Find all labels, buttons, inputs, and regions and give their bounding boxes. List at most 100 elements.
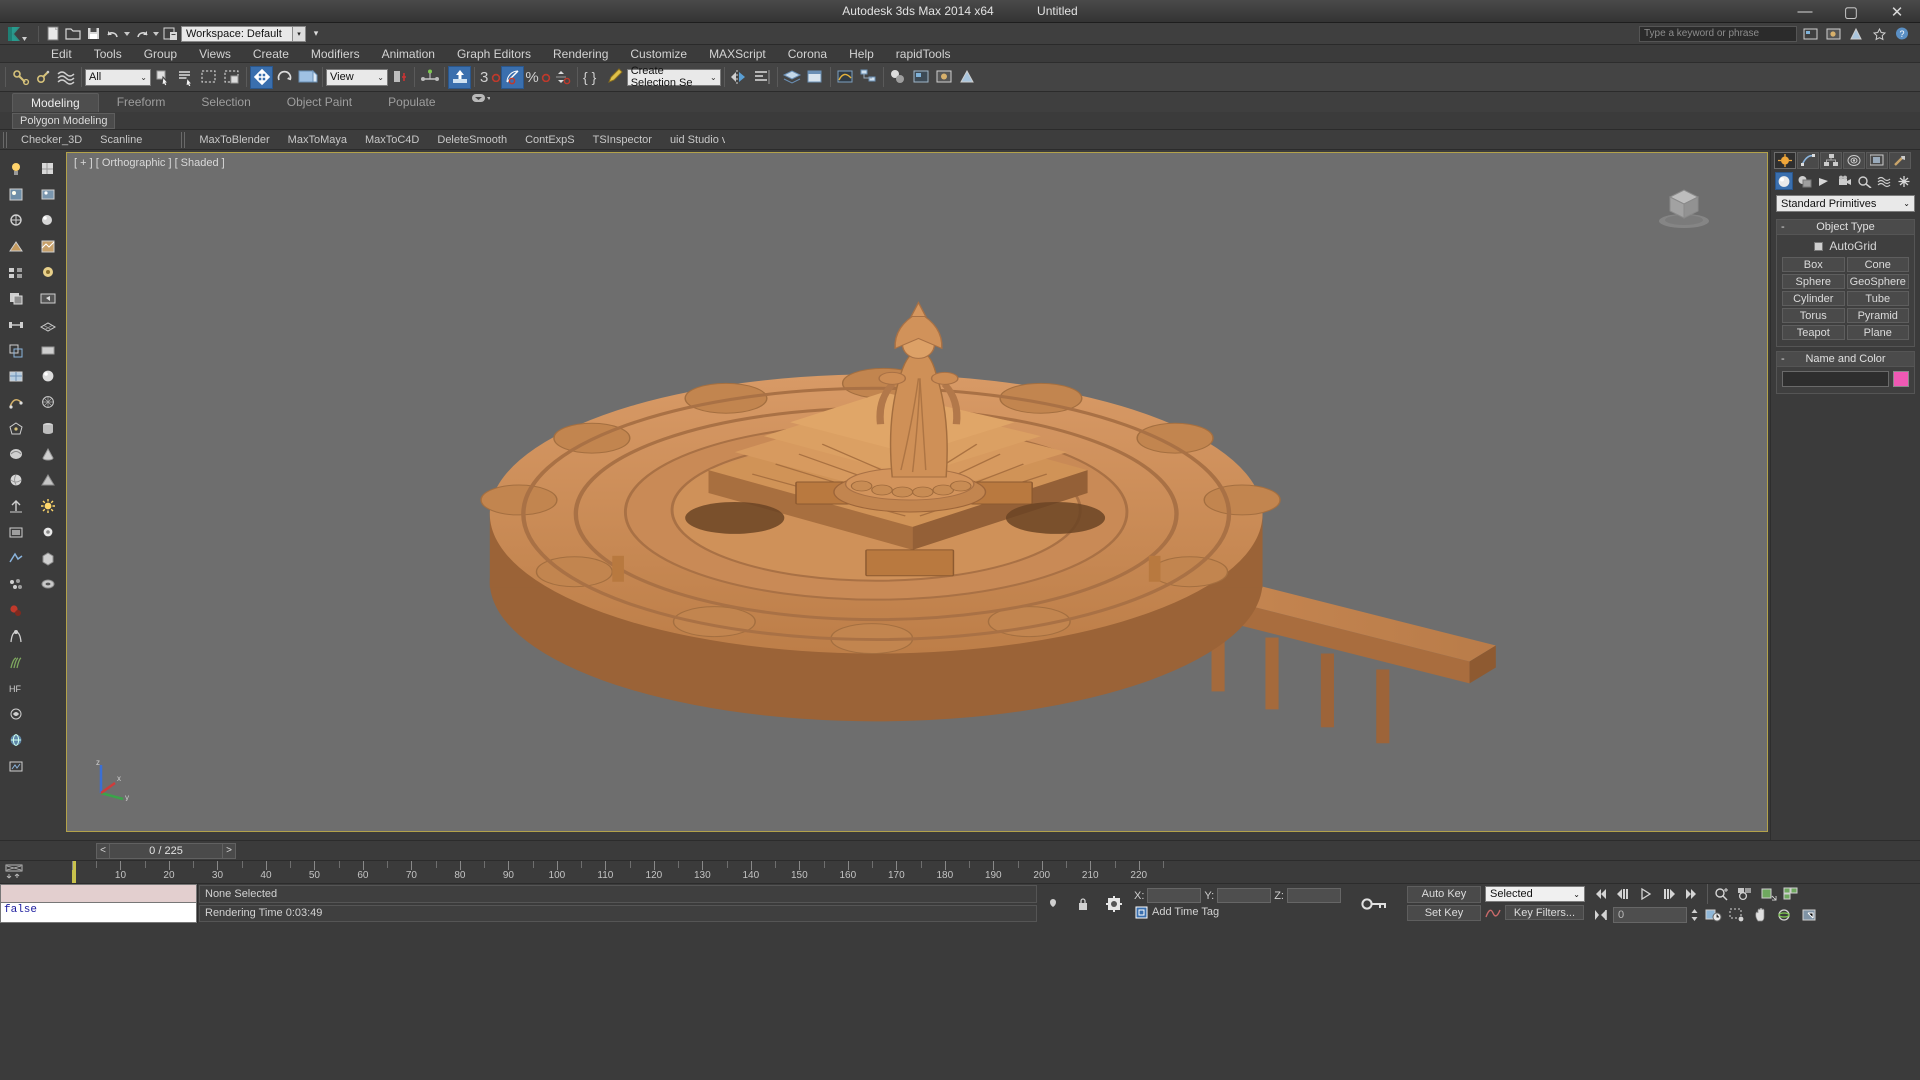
menu-item-rendering[interactable]: Rendering — [542, 45, 619, 63]
helper-icon[interactable] — [3, 234, 29, 258]
pyramid-icon[interactable] — [35, 468, 61, 492]
use-selection-center-icon[interactable] — [418, 66, 441, 89]
save-icon[interactable] — [83, 25, 103, 43]
isolate-selection-icon[interactable] — [1046, 897, 1060, 911]
maximize-button[interactable]: ▢ — [1828, 0, 1874, 23]
skin-icon[interactable]: HF — [3, 676, 29, 700]
key-filter-selection-combo[interactable]: Selected ⌄ — [1484, 886, 1585, 902]
key-mode-toggle-icon[interactable] — [1345, 884, 1405, 923]
toolbar-grip[interactable] — [181, 131, 188, 148]
camera-icon[interactable] — [3, 208, 29, 232]
edit-poly-icon[interactable] — [3, 546, 29, 570]
minimize-button[interactable]: — — [1782, 0, 1828, 23]
window-crossing-toggle-icon[interactable] — [220, 66, 243, 89]
plane-icon[interactable] — [35, 338, 61, 362]
ribbon-panel-polygon-modeling[interactable]: Polygon Modeling — [12, 112, 116, 129]
viewport-label[interactable]: [ + ] [ Orthographic ] [ Shaded ] — [74, 157, 225, 169]
ribbon-tab-object-paint[interactable]: Object Paint — [269, 93, 370, 112]
motion-tab[interactable] — [1843, 151, 1865, 169]
script-button-maxtoblender[interactable]: MaxToBlender — [190, 131, 278, 149]
selection-filter-combo[interactable]: All ⌄ — [85, 68, 151, 86]
object-type-header[interactable]: - Object Type — [1777, 220, 1914, 235]
menu-item-help[interactable]: Help — [838, 45, 885, 63]
view-cube[interactable] — [1653, 175, 1715, 231]
menu-item-rapidtools[interactable]: rapidTools — [885, 45, 962, 63]
menu-item-modifiers[interactable]: Modifiers — [300, 45, 371, 63]
geosphere-icon[interactable] — [35, 390, 61, 414]
cone-icon[interactable] — [35, 442, 61, 466]
set-key-curve-icon[interactable] — [1485, 906, 1501, 920]
helpers-subtab[interactable] — [1855, 172, 1873, 190]
torus-icon[interactable] — [35, 572, 61, 596]
shapes-subtab[interactable] — [1795, 172, 1813, 190]
toggle-scene-explorer-icon[interactable] — [804, 66, 827, 89]
ribbon-tab-selection[interactable]: Selection — [183, 93, 268, 112]
name-and-color-header[interactable]: - Name and Color — [1777, 352, 1914, 367]
bind-to-space-warp-icon[interactable] — [55, 66, 78, 89]
key-mode-toggle-small-icon[interactable] — [1589, 906, 1611, 924]
render-icon[interactable] — [35, 260, 61, 284]
menu-item-views[interactable]: Views — [188, 45, 242, 63]
ribbon-overflow-arrow-icon[interactable] — [454, 93, 508, 112]
curve-editor-icon[interactable] — [834, 66, 857, 89]
spacing-tool-icon[interactable] — [3, 312, 29, 336]
omni-light-icon[interactable] — [35, 520, 61, 544]
select-and-scale-icon[interactable] — [296, 66, 319, 89]
track-bar-ruler[interactable]: 10 20 30 40 50 60 70 80 90 100 110 120 130 140 150 160 1… — [28, 861, 1920, 883]
time-slider-handle[interactable]: < 0 / 225 > — [96, 842, 236, 859]
select-and-move-icon[interactable] — [250, 65, 273, 89]
grid-icon[interactable] — [35, 312, 61, 336]
schematic-view-icon[interactable] — [857, 66, 880, 89]
named-selection-edit-pencil-icon[interactable] — [604, 66, 627, 89]
create-tab[interactable] — [1774, 151, 1796, 169]
redo-icon[interactable] — [132, 25, 152, 43]
y-input[interactable] — [1217, 888, 1272, 903]
select-object-icon[interactable] — [151, 66, 174, 89]
auto-key-button[interactable]: Auto Key — [1406, 886, 1481, 903]
orbit-icon[interactable] — [1775, 906, 1797, 924]
hierarchy-tab[interactable] — [1820, 151, 1842, 169]
autogrid-row[interactable]: AutoGrid — [1782, 239, 1909, 253]
target-light-icon[interactable] — [3, 182, 29, 206]
script-button-scanline[interactable]: Scanline — [91, 131, 151, 149]
named-selection-sets-combo[interactable]: Create Selection Se ⌄ — [626, 65, 721, 89]
open-mini-curve-editor-icon[interactable] — [0, 861, 28, 883]
sunlight-icon[interactable] — [35, 494, 61, 518]
geometry-subtab[interactable] — [1775, 172, 1793, 190]
new-file-icon[interactable] — [43, 25, 63, 43]
align-icon[interactable] — [751, 66, 774, 89]
turbosmooth-icon[interactable] — [3, 468, 29, 492]
zoom-extents-icon[interactable] — [1758, 885, 1780, 903]
zoom-icon[interactable] — [1712, 885, 1734, 903]
menu-item-animation[interactable]: Animation — [371, 45, 446, 63]
rectangular-selection-region-icon[interactable] — [197, 66, 220, 89]
script-button-checker-3d[interactable]: Checker_3D — [12, 131, 91, 149]
render-setup-icon[interactable] — [1800, 25, 1820, 43]
object-name-input[interactable] — [1782, 371, 1889, 387]
rendered-frame-window-icon[interactable] — [933, 66, 956, 89]
zoom-all-icon[interactable] — [1735, 885, 1757, 903]
object-button-teapot[interactable]: Teapot — [1782, 325, 1845, 340]
object-color-swatch[interactable] — [1893, 371, 1909, 387]
object-button-tube[interactable]: Tube — [1846, 291, 1909, 306]
menu-item-edit[interactable]: Edit — [40, 45, 83, 63]
collapse-icon[interactable]: - — [1781, 353, 1785, 365]
render-frame-window-icon[interactable] — [1823, 25, 1843, 43]
search-input[interactable]: Type a keyword or phrase — [1639, 25, 1797, 42]
ribbon-tab-freeform[interactable]: Freeform — [99, 93, 184, 112]
snapshot-icon[interactable] — [3, 286, 29, 310]
ribbon-tab-populate[interactable]: Populate — [370, 93, 453, 112]
render-production-toolbar-icon[interactable] — [956, 66, 979, 89]
open-file-icon[interactable] — [63, 25, 83, 43]
help-icon[interactable]: ? — [1892, 25, 1912, 43]
light-icon[interactable] — [3, 156, 29, 180]
key-filters-button[interactable]: Key Filters... — [1504, 905, 1584, 920]
script-button-contexps[interactable]: ContExpS — [516, 131, 584, 149]
previous-frame-icon[interactable] — [1612, 885, 1634, 903]
go-to-end-icon[interactable] — [1681, 885, 1703, 903]
unwrap-icon[interactable] — [3, 390, 29, 414]
x-input[interactable] — [1147, 888, 1202, 903]
next-frame-icon[interactable] — [1658, 885, 1680, 903]
display-tab[interactable] — [1866, 151, 1888, 169]
array-icon[interactable] — [3, 260, 29, 284]
